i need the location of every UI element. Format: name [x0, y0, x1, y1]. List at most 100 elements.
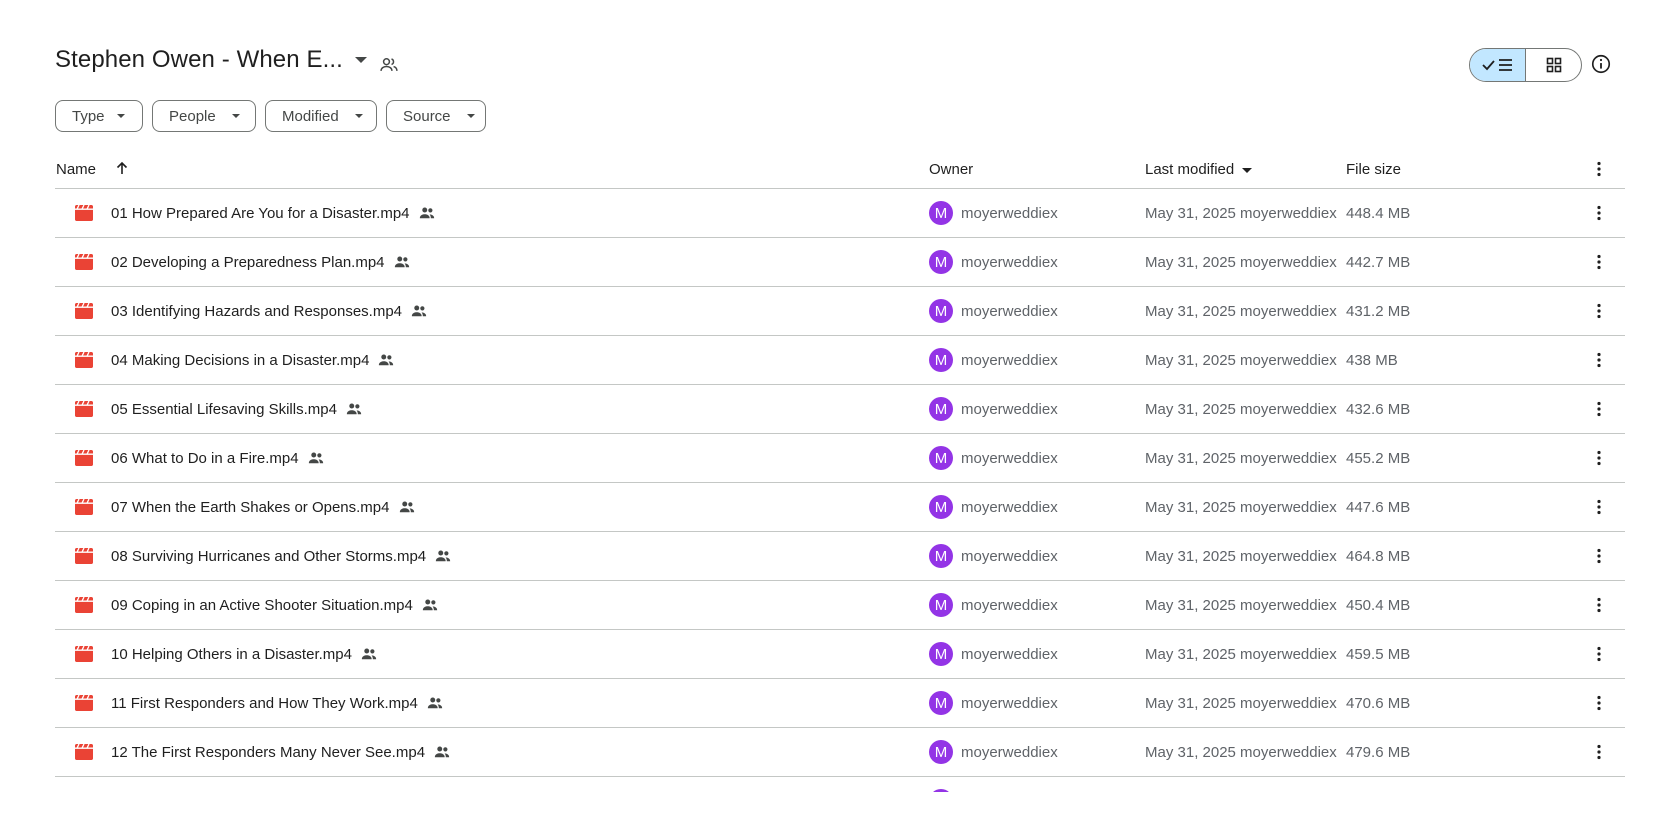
owner-name: moyerweddiex — [961, 253, 1058, 271]
table-row[interactable]: 11 First Responders and How They Work.mp… — [55, 679, 1625, 728]
grid-icon — [1546, 57, 1561, 73]
caret-down-icon — [354, 57, 367, 63]
last-modified: May 31, 2025 moyerweddiex — [1145, 449, 1337, 467]
owner-name: moyerweddiex — [961, 645, 1058, 663]
file-size: 431.2 MB — [1346, 302, 1411, 320]
more-vert-icon[interactable] — [1589, 159, 1609, 179]
file-list-table: Name Owner Last modified File size 01 Ho… — [55, 152, 1625, 826]
column-header-name[interactable]: Name — [56, 161, 96, 178]
more-vert-icon[interactable] — [1589, 497, 1609, 517]
folder-title-dropdown[interactable]: Stephen Owen - When E... — [55, 46, 367, 74]
file-size: 438 MB — [1346, 351, 1398, 369]
sort-caret-down-icon[interactable] — [1242, 168, 1252, 173]
more-vert-icon[interactable] — [1589, 448, 1609, 468]
owner-name: moyerweddiex — [961, 302, 1058, 320]
avatar: M — [929, 201, 953, 225]
more-vert-icon[interactable] — [1589, 742, 1609, 762]
shared-icon — [411, 305, 427, 317]
last-modified: May 31, 2025 moyerweddiex — [1145, 400, 1337, 418]
more-vert-icon[interactable] — [1589, 252, 1609, 272]
table-row[interactable]: 05 Essential Lifesaving Skills.mp4 M moy… — [55, 385, 1625, 434]
shared-folder-people-icon[interactable] — [379, 55, 399, 75]
owner-name: moyerweddiex — [961, 449, 1058, 467]
viewport-bottom-edge — [0, 792, 1676, 840]
owner-name: moyerweddiex — [961, 400, 1058, 418]
table-row[interactable]: 02 Developing a Preparedness Plan.mp4 M … — [55, 238, 1625, 287]
column-header-owner[interactable]: Owner — [929, 161, 973, 178]
video-file-icon — [75, 499, 93, 515]
sort-ascending-arrow-icon[interactable] — [114, 160, 130, 176]
chip-label: Source — [403, 107, 451, 125]
file-size: 464.8 MB — [1346, 547, 1411, 565]
video-file-icon — [75, 744, 93, 760]
more-vert-icon[interactable] — [1589, 546, 1609, 566]
avatar: M — [929, 250, 953, 274]
table-row[interactable]: 09 Coping in an Active Shooter Situation… — [55, 581, 1625, 630]
owner-name: moyerweddiex — [961, 547, 1058, 565]
more-vert-icon[interactable] — [1589, 301, 1609, 321]
last-modified: May 31, 2025 moyerweddiex — [1145, 596, 1337, 614]
chip-label: Type — [72, 107, 105, 125]
table-row[interactable]: 04 Making Decisions in a Disaster.mp4 M … — [55, 336, 1625, 385]
file-name: 08 Surviving Hurricanes and Other Storms… — [111, 547, 427, 565]
avatar: M — [929, 593, 953, 617]
shared-icon — [308, 452, 323, 464]
chip-label: People — [169, 107, 216, 125]
table-row[interactable]: 12 The First Responders Many Never See.m… — [55, 728, 1625, 777]
column-header-file-size[interactable]: File size — [1346, 161, 1401, 178]
file-size: 442.7 MB — [1346, 253, 1411, 271]
avatar: M — [929, 397, 953, 421]
people-filter-chip[interactable]: People — [152, 100, 256, 132]
column-header-last-modified[interactable]: Last modified — [1145, 161, 1234, 178]
table-row[interactable]: 01 How Prepared Are You for a Disaster.m… — [55, 189, 1625, 238]
view-toggle — [1469, 48, 1582, 82]
file-size: 447.6 MB — [1346, 498, 1411, 516]
file-size: 432.6 MB — [1346, 400, 1411, 418]
last-modified: May 31, 2025 moyerweddiex — [1145, 498, 1337, 516]
list-view-button[interactable] — [1470, 49, 1526, 81]
shared-icon — [346, 403, 362, 415]
more-vert-icon[interactable] — [1589, 399, 1609, 419]
file-name: 04 Making Decisions in a Disaster.mp4 — [111, 351, 370, 369]
more-vert-icon[interactable] — [1589, 595, 1609, 615]
filter-chips: Type People Modified Source — [55, 100, 486, 132]
last-modified: May 31, 2025 moyerweddiex — [1145, 743, 1337, 761]
table-row[interactable]: 08 Surviving Hurricanes and Other Storms… — [55, 532, 1625, 581]
info-icon[interactable] — [1590, 53, 1612, 75]
type-filter-chip[interactable]: Type — [55, 100, 143, 132]
more-vert-icon[interactable] — [1589, 203, 1609, 223]
chip-label: Modified — [282, 107, 339, 125]
file-name: 01 How Prepared Are You for a Disaster.m… — [111, 204, 410, 222]
owner-name: moyerweddiex — [961, 351, 1058, 369]
modified-filter-chip[interactable]: Modified — [265, 100, 377, 132]
table-row[interactable]: 07 When the Earth Shakes or Opens.mp4 M … — [55, 483, 1625, 532]
video-file-icon — [75, 450, 93, 466]
owner-name: moyerweddiex — [961, 204, 1058, 222]
shared-icon — [379, 354, 394, 366]
more-vert-icon[interactable] — [1589, 693, 1609, 713]
caret-down-icon — [354, 114, 363, 118]
last-modified: May 31, 2025 moyerweddiex — [1145, 204, 1337, 222]
avatar: M — [929, 495, 953, 519]
table-header: Name Owner Last modified File size — [55, 152, 1625, 189]
last-modified: May 31, 2025 moyerweddiex — [1145, 694, 1337, 712]
caret-down-icon — [116, 114, 125, 118]
last-modified: May 31, 2025 moyerweddiex — [1145, 645, 1337, 663]
video-file-icon — [75, 597, 93, 613]
owner-name: moyerweddiex — [961, 596, 1058, 614]
video-file-icon — [75, 303, 93, 319]
shared-icon — [422, 599, 437, 611]
table-row[interactable]: 10 Helping Others in a Disaster.mp4 M mo… — [55, 630, 1625, 679]
shared-icon — [427, 697, 442, 709]
video-file-icon — [75, 646, 93, 662]
more-vert-icon[interactable] — [1589, 644, 1609, 664]
file-name: 11 First Responders and How They Work.mp… — [111, 694, 418, 712]
file-name: 05 Essential Lifesaving Skills.mp4 — [111, 400, 337, 418]
last-modified: May 31, 2025 moyerweddiex — [1145, 253, 1337, 271]
table-row[interactable]: 03 Identifying Hazards and Responses.mp4… — [55, 287, 1625, 336]
last-modified: May 31, 2025 moyerweddiex — [1145, 547, 1337, 565]
more-vert-icon[interactable] — [1589, 350, 1609, 370]
grid-view-button[interactable] — [1526, 49, 1581, 81]
source-filter-chip[interactable]: Source — [386, 100, 486, 132]
table-row[interactable]: 06 What to Do in a Fire.mp4 M moyerweddi… — [55, 434, 1625, 483]
